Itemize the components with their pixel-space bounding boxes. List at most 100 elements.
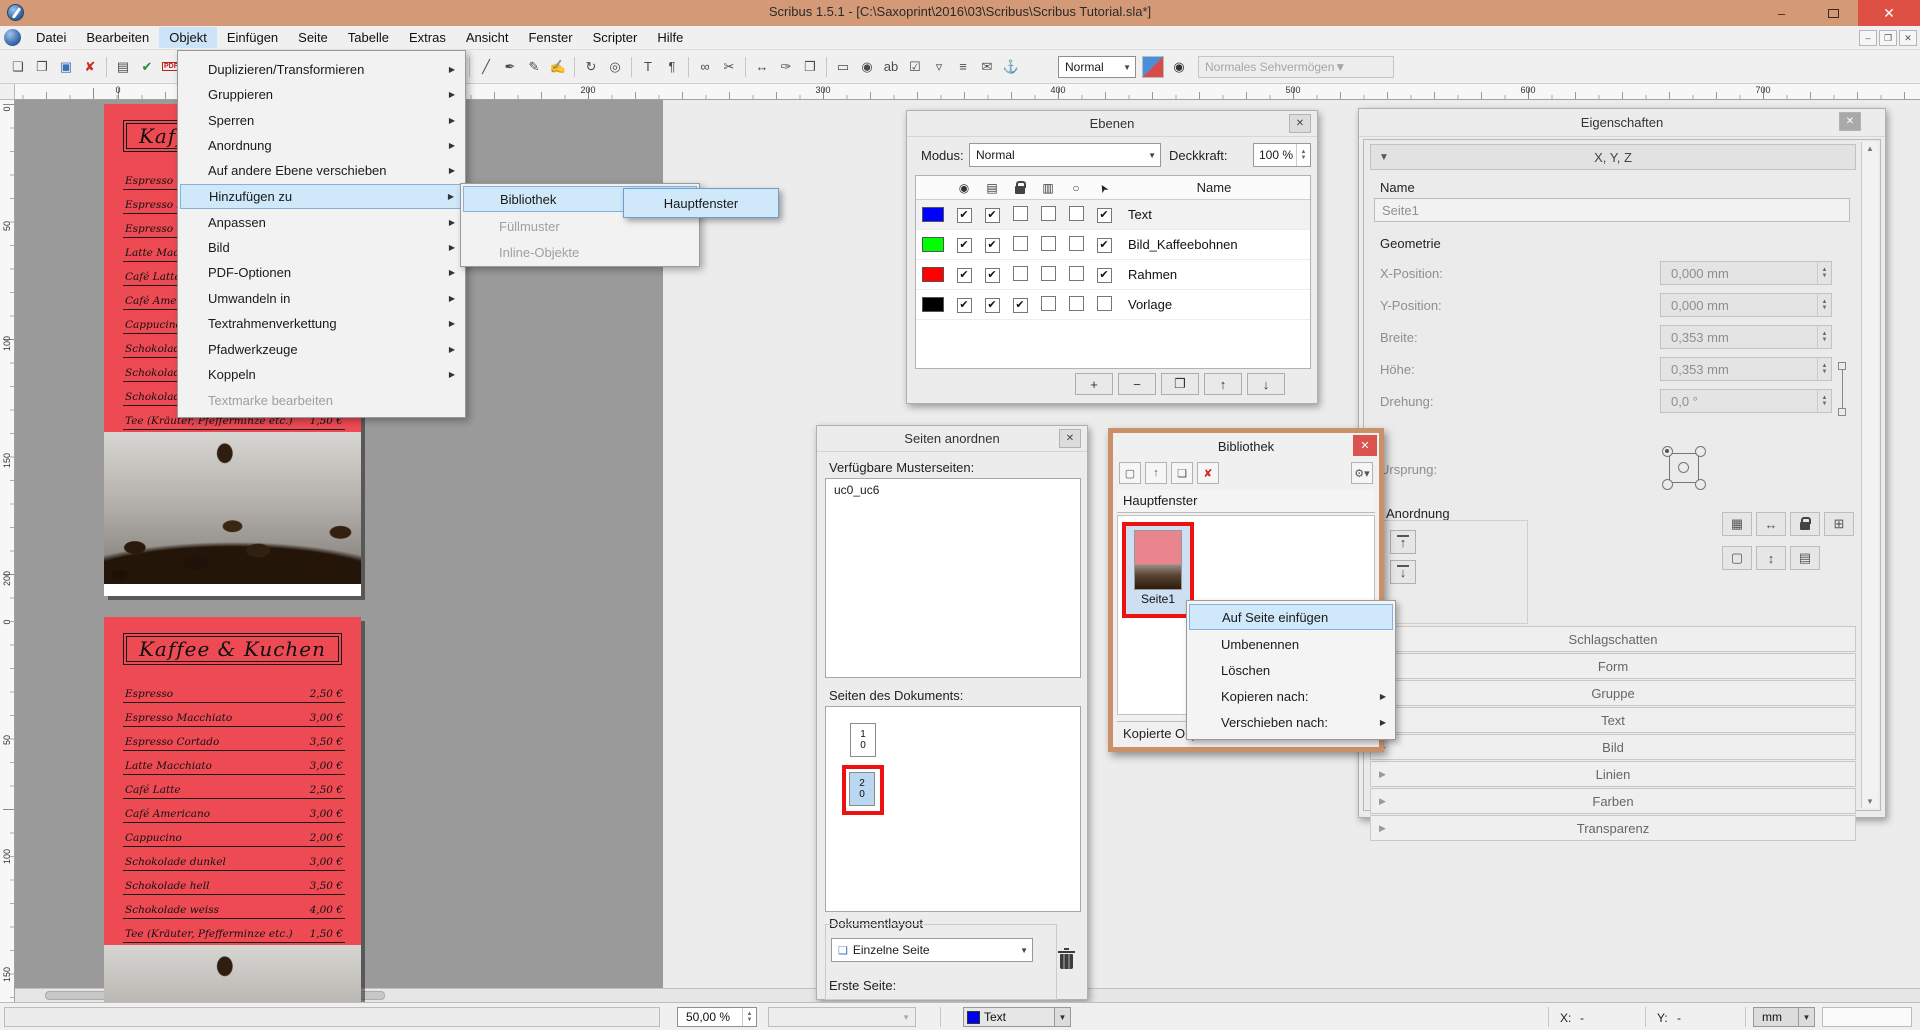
spinner-arrows-icon[interactable]: ▲▼ (1817, 294, 1831, 316)
menu-scripter[interactable]: Scripter (583, 27, 648, 48)
remove-layer-button[interactable]: − (1118, 373, 1156, 395)
basepoint-bottomleft[interactable] (1662, 479, 1673, 490)
menu-item-umwandeln-in[interactable]: Umwandeln in▶ (180, 286, 463, 311)
color-management-icon[interactable] (1142, 56, 1164, 78)
basepoint-topleft[interactable] (1662, 446, 1673, 457)
properties-title[interactable]: Eigenschaften (1359, 109, 1885, 137)
raise-to-top-button[interactable]: ↑ (1390, 530, 1416, 554)
menu-ansicht[interactable]: Ansicht (456, 27, 519, 48)
ungroup-objects-icon[interactable]: ▢ (1722, 546, 1752, 570)
menu-item-gruppieren[interactable]: Gruppieren▶ (180, 82, 463, 107)
raise-layer-button[interactable]: ↑ (1204, 373, 1242, 395)
insert-line-icon[interactable]: ╱ (474, 55, 498, 79)
copy-properties-icon[interactable]: ❒ (798, 55, 822, 79)
spinner-arrows-icon[interactable]: ▲▼ (742, 1008, 756, 1026)
close-button[interactable]: ✕ (1858, 0, 1920, 26)
insert-freehand-icon[interactable]: ✎ (522, 55, 546, 79)
delete-item-icon[interactable]: ✘ (1197, 462, 1219, 484)
basepoint-center[interactable] (1678, 462, 1689, 473)
flow-checkbox[interactable] (1041, 266, 1056, 281)
lower-to-bottom-button[interactable]: ↓ (1390, 560, 1416, 584)
maximize-button[interactable] (1811, 0, 1856, 26)
group-objects-icon[interactable]: ▦ (1722, 512, 1752, 536)
width-spinner[interactable]: 0,353 mm ▲▼ (1660, 325, 1832, 349)
lock-checkbox[interactable] (1013, 266, 1028, 281)
menu-item-anordnung[interactable]: Anordnung▶ (180, 133, 463, 158)
menu-item-textrahmenverkettung[interactable]: Textrahmenverkettung▶ (180, 311, 463, 336)
section-bild[interactable]: ▶Bild (1370, 734, 1856, 760)
zoom-icon[interactable]: ◎ (603, 55, 627, 79)
visible-checkbox[interactable]: ✔ (957, 298, 972, 313)
spinner-arrows-icon[interactable]: ▲▼ (1296, 144, 1310, 166)
select-checkbox[interactable] (1097, 296, 1112, 311)
lock-object-icon[interactable] (1790, 512, 1820, 536)
menu-einfuegen[interactable]: Einfügen (217, 27, 288, 48)
menu-tabelle[interactable]: Tabelle (338, 27, 399, 48)
blend-mode-select[interactable]: Normal▼ (969, 143, 1161, 167)
visible-checkbox[interactable]: ✔ (957, 238, 972, 253)
menu-objekt[interactable]: Objekt (159, 27, 217, 48)
page-2-item[interactable]: 20 (849, 772, 875, 806)
menu-fenster[interactable]: Fenster (518, 27, 582, 48)
chevron-down-icon[interactable]: ▼ (1798, 1008, 1814, 1026)
close-icon[interactable]: ✕ (1289, 114, 1311, 133)
print-checkbox[interactable]: ✔ (985, 208, 1000, 223)
library-target-submenu[interactable]: Hauptfenster (623, 188, 779, 218)
layer-name[interactable]: Vorlage (1118, 297, 1310, 312)
menu-bearbeiten[interactable]: Bearbeiten (76, 27, 159, 48)
context-item-move-to[interactable]: Verschieben nach:▶ (1189, 709, 1393, 735)
insert-bezier-icon[interactable]: ✒ (498, 55, 522, 79)
zoom-spinner[interactable]: 50,00 % ▲▼ (677, 1007, 757, 1027)
outline-checkbox[interactable] (1069, 236, 1084, 251)
select-checkbox[interactable]: ✔ (1097, 238, 1112, 253)
layers-panel-title[interactable]: Ebenen (907, 111, 1317, 137)
preflight-verifier-icon[interactable]: ✔ (135, 55, 159, 79)
flip-horizontal-icon[interactable]: ↔ (1756, 512, 1786, 536)
layer-row-text[interactable]: ✔ ✔ ✔ Text (916, 200, 1310, 230)
library-item-label[interactable]: Seite1 (1126, 592, 1190, 606)
pdf-push-button-icon[interactable]: ▭ (831, 55, 855, 79)
library-source-row[interactable]: Hauptfenster (1117, 489, 1375, 513)
visible-checkbox[interactable]: ✔ (957, 208, 972, 223)
opacity-spinner[interactable]: 100 % ▲▼ (1253, 143, 1311, 167)
flip-vertical-icon[interactable]: ↕ (1756, 546, 1786, 570)
outline-checkbox[interactable] (1069, 296, 1084, 311)
layer-row-bild[interactable]: ✔ ✔ ✔ Bild_Kaffeebohnen (916, 230, 1310, 260)
lower-layer-button[interactable]: ↓ (1247, 373, 1285, 395)
mdi-restore-button[interactable]: ❐ (1879, 30, 1897, 46)
insert-calligraphic-icon[interactable]: ✍ (546, 55, 570, 79)
context-item-copy-to[interactable]: Kopieren nach:▶ (1189, 683, 1393, 709)
scroll-down-icon[interactable]: ▼ (1862, 797, 1878, 806)
outline-checkbox[interactable] (1069, 266, 1084, 281)
arrange-pages-title[interactable]: Seiten anordnen (817, 426, 1087, 452)
close-document-icon[interactable]: ✘ (78, 55, 102, 79)
print-checkbox[interactable]: ✔ (985, 268, 1000, 283)
x-position-spinner[interactable]: 0,000 mm ▲▼ (1660, 261, 1832, 285)
menu-item-sperren[interactable]: Sperren▶ (180, 108, 463, 133)
library-title[interactable]: Bibliothek (1113, 433, 1379, 459)
layout-select[interactable]: ❏ Einzelne Seite ▼ (831, 938, 1033, 962)
spinner-arrows-icon[interactable]: ▲▼ (1817, 358, 1831, 380)
section-farben[interactable]: ▶Farben (1370, 788, 1856, 814)
context-item-rename[interactable]: Umbenennen (1189, 631, 1393, 657)
basepoint-topright[interactable] (1695, 446, 1706, 457)
lock-checkbox[interactable] (1013, 236, 1028, 251)
close-icon[interactable]: ✕ (1059, 429, 1081, 448)
select-checkbox[interactable]: ✔ (1097, 268, 1112, 283)
context-item-insert[interactable]: Auf Seite einfügen (1189, 604, 1393, 630)
add-layer-button[interactable]: + (1075, 373, 1113, 395)
menu-item-bild[interactable]: Bild▶ (180, 235, 463, 260)
section-text[interactable]: ▶Text (1370, 707, 1856, 733)
layer-color-swatch[interactable] (922, 267, 944, 282)
menu-item-duplizieren[interactable]: Duplizieren/Transformieren▶ (180, 57, 463, 82)
minimize-button[interactable]: – (1759, 0, 1804, 26)
vertical-scrollbar[interactable]: ▲ ▼ (1861, 142, 1878, 808)
link-text-frames-icon[interactable]: ∞ (693, 55, 717, 79)
height-spinner[interactable]: 0,353 mm ▲▼ (1660, 357, 1832, 381)
pdf-text-field-icon[interactable]: ab (879, 55, 903, 79)
tab-xyz[interactable]: ▼ X, Y, Z (1370, 144, 1856, 170)
flow-checkbox[interactable] (1041, 206, 1056, 221)
menu-item-ebene-verschieben[interactable]: Auf andere Ebene verschieben▶ (180, 158, 463, 183)
layer-color-swatch[interactable] (922, 237, 944, 252)
trash-icon[interactable] (1060, 954, 1073, 969)
